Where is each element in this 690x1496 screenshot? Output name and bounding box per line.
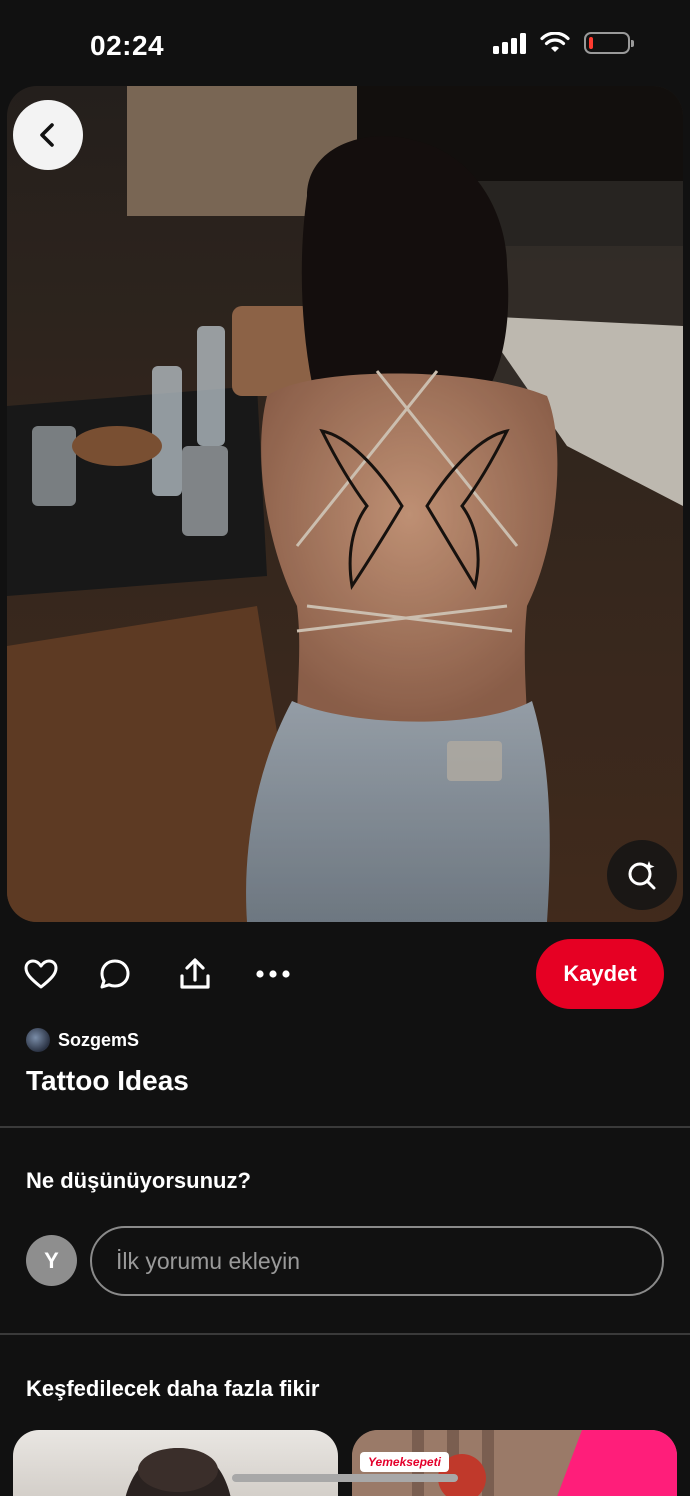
comments-heading: Ne düşünüyorsunuz? (26, 1168, 251, 1193)
related-pin-card[interactable]: Yemeksepeti (352, 1430, 677, 1496)
comment-input[interactable] (90, 1226, 664, 1296)
related-pin-image (125, 1448, 231, 1496)
divider (0, 1126, 690, 1128)
comment-icon (100, 959, 130, 989)
wifi-icon (540, 32, 570, 52)
home-indicator (232, 1474, 458, 1482)
battery-low-icon (584, 32, 634, 54)
pin-author[interactable]: SozgemS (26, 1028, 139, 1052)
comment-button[interactable] (95, 954, 135, 994)
share-icon (180, 958, 210, 989)
status-icons (493, 32, 634, 54)
user-avatar[interactable]: Y (26, 1235, 77, 1286)
pin-photo (7, 86, 683, 922)
pin-title: Tattoo Ideas (26, 1065, 189, 1096)
back-button[interactable] (13, 100, 83, 170)
author-avatar[interactable] (26, 1028, 50, 1052)
status-time: 02:24 (90, 30, 165, 61)
visual-search-icon (628, 861, 656, 890)
visual-search-button[interactable] (607, 840, 677, 910)
pin-image[interactable] (7, 86, 683, 922)
save-button[interactable]: Kaydet (536, 939, 664, 1009)
more-ideas-heading: Keşfedilecek daha fazla fikir (26, 1376, 320, 1401)
brand-badge: Yemeksepeti (360, 1452, 449, 1472)
related-pin-card[interactable] (13, 1430, 338, 1496)
back-arrow-icon (40, 123, 54, 147)
more-options-button[interactable] (253, 954, 293, 994)
share-button[interactable] (175, 954, 215, 994)
status-bar: 02:24 (0, 0, 690, 90)
divider (0, 1333, 690, 1335)
cellular-signal-icon (493, 32, 526, 54)
author-name[interactable]: SozgemS (58, 1030, 139, 1051)
heart-icon (24, 959, 58, 989)
more-options-icon (256, 970, 290, 978)
pin-action-bar: Kaydet (0, 936, 690, 1012)
like-button[interactable] (21, 954, 61, 994)
